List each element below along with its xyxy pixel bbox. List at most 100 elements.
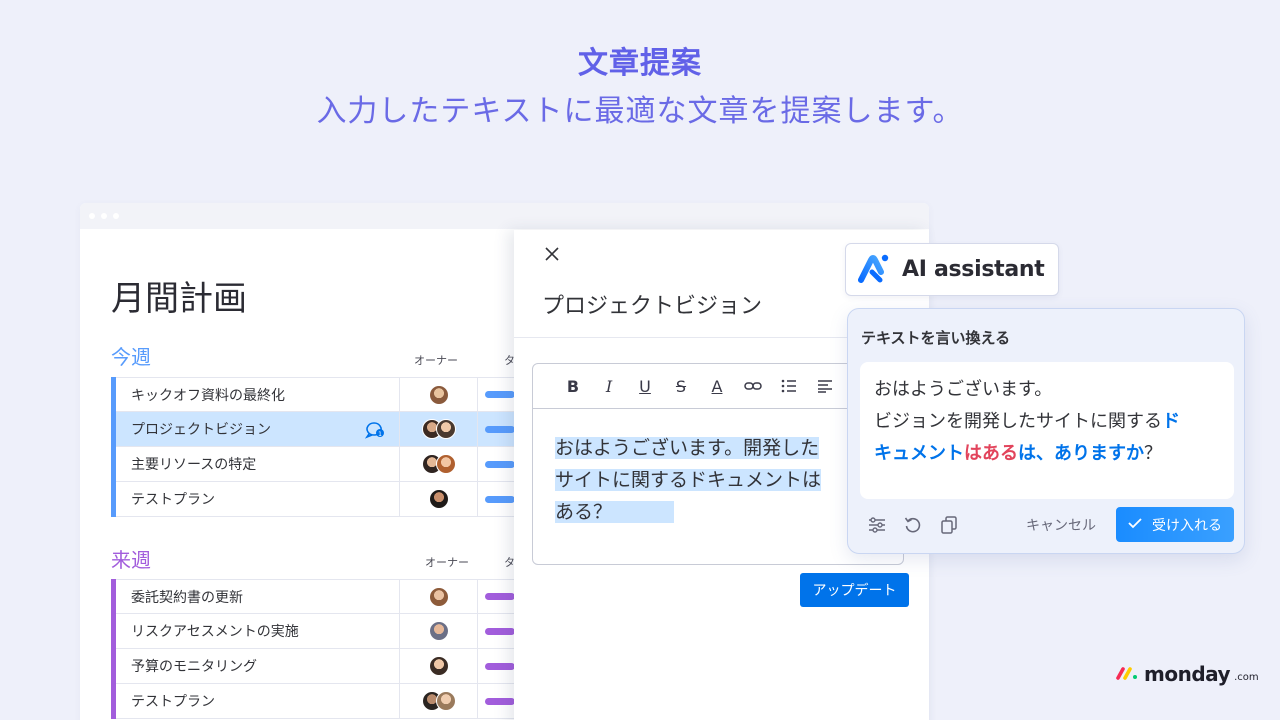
- timeline-bar: [485, 391, 515, 398]
- suggestion-text-plain: ビジョンを開発したサイトに関する: [874, 411, 1162, 432]
- suggestion-line: おはようございます。: [874, 379, 1053, 400]
- panel-title: プロジェクトビジョン: [542, 294, 763, 319]
- avatar: [428, 621, 449, 641]
- monday-logo-suffix: .com: [1234, 671, 1259, 683]
- close-icon[interactable]: [542, 244, 562, 264]
- hero-subtitle: 入力したテキストに最適な文章を提案します。: [316, 94, 964, 129]
- board-title: 月間計画: [111, 279, 247, 319]
- column-header-owner: オーナー: [425, 556, 469, 569]
- timeline-cell[interactable]: [478, 412, 515, 446]
- column-header-owner: オーナー: [414, 354, 458, 367]
- table-row[interactable]: リスクアセスメントの実施: [116, 614, 515, 649]
- editor-content[interactable]: おはようございます。開発した サイトに関するドキュメントは ある？: [555, 432, 835, 528]
- item-name[interactable]: 委託契約書の更新: [116, 580, 399, 613]
- card-actions: [866, 514, 960, 536]
- owner-cell[interactable]: [399, 447, 478, 481]
- timeline-cell[interactable]: [478, 482, 515, 516]
- suggestion-removed-text: はある: [964, 443, 1018, 464]
- avatar: [428, 656, 449, 676]
- table-row[interactable]: 委託契約書の更新: [116, 579, 515, 614]
- monday-logo-mark-icon: [1116, 665, 1140, 684]
- cancel-button[interactable]: キャンセル: [1013, 509, 1109, 541]
- bullet-list-icon[interactable]: [771, 374, 807, 398]
- table-row[interactable]: キックオフ資料の最終化: [116, 377, 515, 412]
- owner-cell[interactable]: [399, 580, 478, 613]
- ai-assistant-icon: [858, 252, 892, 288]
- editor-line[interactable]: サイトに関するドキュメントは: [555, 469, 822, 491]
- window-dot: [89, 213, 95, 219]
- timeline-bar: [485, 495, 515, 503]
- settings-sliders-icon[interactable]: [866, 514, 888, 536]
- item-name[interactable]: リスクアセスメントの実施: [116, 614, 399, 648]
- table-row[interactable]: 予算のモニタリング: [116, 649, 515, 684]
- avatar: [428, 384, 449, 405]
- window-dot: [113, 213, 119, 219]
- owner-cell[interactable]: [399, 614, 478, 648]
- group-name[interactable]: 来週: [111, 544, 151, 573]
- timeline-cell[interactable]: [478, 614, 515, 648]
- suggestion-added-text: は、ありますか: [1018, 443, 1144, 464]
- avatar: [428, 489, 449, 509]
- group-table-this-week: キックオフ資料の最終化 プロジェクトビジョン 1 主要リソースの特定 テストプラ…: [111, 377, 515, 517]
- item-name[interactable]: キックオフ資料の最終化: [116, 378, 399, 411]
- timeline-bar: [485, 697, 515, 705]
- strikethrough-icon[interactable]: S: [663, 374, 699, 398]
- avatar: [435, 691, 456, 711]
- group-header-next-week[interactable]: 来週: [111, 544, 151, 573]
- suggestion-text-plain: ？: [1144, 443, 1162, 464]
- owner-cell[interactable]: [399, 378, 478, 411]
- chat-icon[interactable]: 1: [365, 421, 385, 443]
- table-row[interactable]: プロジェクトビジョン 1: [116, 412, 515, 447]
- owner-cell[interactable]: [399, 412, 478, 446]
- copy-icon[interactable]: [938, 514, 960, 536]
- timeline-bar: [485, 460, 515, 468]
- avatar: [435, 454, 456, 474]
- group-name[interactable]: 今週: [111, 341, 151, 370]
- accept-button[interactable]: 受け入れる: [1116, 507, 1234, 542]
- regenerate-icon[interactable]: [902, 514, 924, 536]
- svg-text:1: 1: [378, 431, 382, 438]
- editor-line[interactable]: ある？: [555, 501, 675, 523]
- timeline-bar: [485, 662, 515, 670]
- editor-line[interactable]: おはようございます。開発した: [555, 437, 820, 459]
- link-icon[interactable]: [735, 374, 771, 398]
- timeline-cell[interactable]: [478, 580, 515, 613]
- text-color-icon[interactable]: A: [699, 374, 735, 398]
- suggestion-text: おはようございます。 ビジョンを開発したサイトに関するド キュメントはあるは、あ…: [860, 362, 1234, 499]
- item-name[interactable]: テストプラン: [116, 684, 399, 718]
- check-icon: [1128, 517, 1142, 533]
- timeline-cell[interactable]: [478, 447, 515, 481]
- align-left-icon[interactable]: [807, 374, 843, 398]
- timeline-bar: [485, 593, 515, 600]
- ai-assistant-badge: AI assistant: [845, 243, 1059, 296]
- window-dot: [101, 213, 107, 219]
- bold-icon[interactable]: B: [555, 374, 591, 398]
- monday-logo: monday .com: [1116, 662, 1259, 686]
- update-button[interactable]: アップデート: [800, 573, 909, 607]
- item-name[interactable]: プロジェクトビジョン: [131, 419, 271, 439]
- owner-cell[interactable]: [399, 684, 478, 718]
- timeline-bar: [485, 425, 515, 433]
- item-name[interactable]: 予算のモニタリング: [116, 649, 399, 683]
- timeline-cell[interactable]: [478, 378, 515, 411]
- ai-assistant-label: AI assistant: [902, 257, 1045, 282]
- timeline-bar: [485, 627, 515, 635]
- rephrase-card: テキストを言い換える おはようございます。 ビジョンを開発したサイトに関するド …: [847, 308, 1245, 554]
- item-name[interactable]: 主要リソースの特定: [116, 447, 399, 481]
- item-name-cell[interactable]: プロジェクトビジョン 1: [116, 412, 399, 446]
- window-titlebar: [80, 203, 929, 229]
- item-name[interactable]: テストプラン: [116, 482, 399, 516]
- timeline-cell[interactable]: [478, 684, 515, 718]
- avatar: [435, 419, 456, 439]
- underline-icon[interactable]: U: [627, 374, 663, 398]
- monday-logo-word: monday: [1144, 662, 1231, 686]
- timeline-cell[interactable]: [478, 649, 515, 683]
- table-row[interactable]: テストプラン: [116, 482, 515, 517]
- italic-icon[interactable]: I: [591, 374, 627, 398]
- hero-title: 文章提案: [578, 46, 702, 81]
- owner-cell[interactable]: [399, 649, 478, 683]
- table-row[interactable]: 主要リソースの特定: [116, 447, 515, 482]
- group-header-this-week[interactable]: 今週: [111, 341, 151, 370]
- owner-cell[interactable]: [399, 482, 478, 516]
- table-row[interactable]: テストプラン: [116, 684, 515, 719]
